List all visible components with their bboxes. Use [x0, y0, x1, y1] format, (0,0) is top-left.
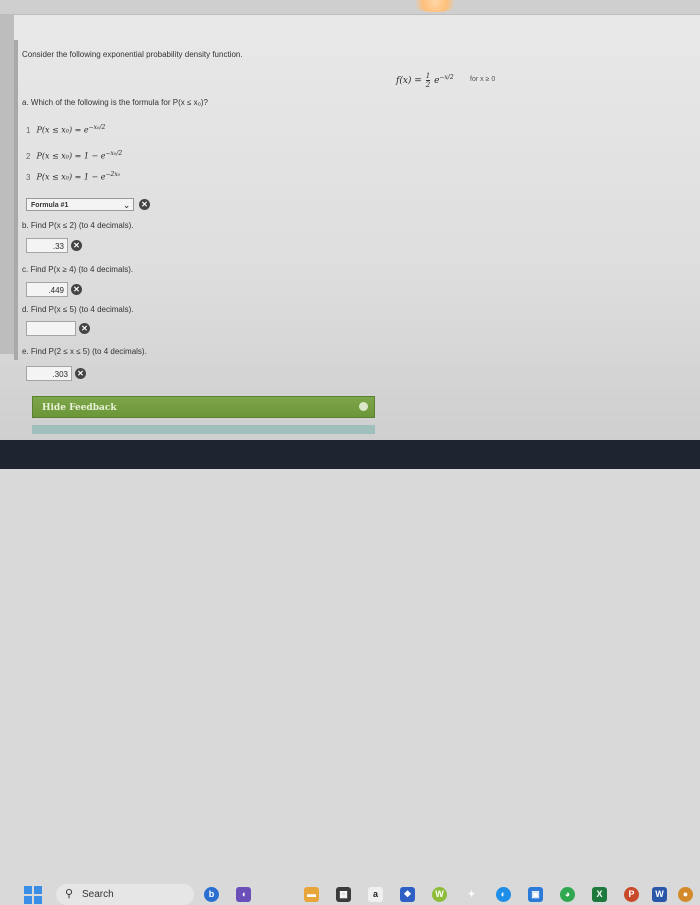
pdf-formula: f(x) = 1 2 e−x/2 — [396, 72, 454, 89]
part-a-prompt: a. Which of the following is the formula… — [22, 98, 209, 107]
option-2-power: −x₀/2 — [105, 150, 123, 157]
store-icon[interactable]: ▦ — [336, 887, 351, 902]
windows-start-icon[interactable] — [24, 886, 42, 904]
bolt-icon[interactable]: ✦ — [464, 887, 479, 902]
edge-icon[interactable]: ◐ — [496, 887, 511, 902]
left-edge — [0, 14, 14, 354]
option-3[interactable]: 3 P(x ≤ x₀) = 1 − e−2x₀ — [26, 171, 120, 182]
pdf-frac-num: 1 — [425, 72, 431, 81]
teams-icon[interactable]: ▣ — [528, 887, 543, 902]
taskbar: ⚲ Search b ◖ ▬ ▦ a ❖ W ✦ ◐ ▣ ◕ X P W ● — [0, 440, 700, 905]
hide-feedback-label: Hide Feedback — [42, 403, 117, 413]
file-explorer-icon[interactable]: ▬ — [304, 887, 319, 902]
magnifier-icon: ⚲ — [65, 888, 74, 900]
x-circle-icon: ✕ — [71, 240, 82, 251]
amazon-icon[interactable]: a — [368, 887, 383, 902]
option-3-number: 3 — [26, 172, 31, 182]
screen: Consider the following exponential proba… — [0, 0, 700, 440]
answer-d-input[interactable] — [26, 321, 76, 336]
option-2-number: 2 — [26, 151, 31, 161]
pdf-left: f(x) = — [396, 76, 422, 86]
taskbar-search-label: Search — [82, 889, 114, 900]
feedback-toggle-icon — [359, 402, 368, 411]
hide-feedback-button[interactable]: Hide Feedback — [32, 396, 375, 418]
left-edge-shadow — [14, 40, 18, 360]
x-circle-icon: ✕ — [71, 284, 82, 295]
pdf-domain: for x ≥ 0 — [470, 76, 496, 83]
x-circle-icon: ✕ — [79, 323, 90, 334]
part-d-prompt: d. Find P(x ≤ 5) (to 4 decimals). — [22, 305, 134, 314]
option-3-expr: P(x ≤ x₀) = 1 − e — [36, 172, 106, 182]
webex-icon[interactable]: W — [432, 887, 447, 902]
question-intro: Consider the following exponential proba… — [22, 50, 243, 59]
word-icon[interactable]: W — [652, 887, 667, 902]
option-1[interactable]: 1 P(x ≤ x₀) = e−x₀/2 — [26, 124, 105, 135]
answer-b-input[interactable]: .33 — [26, 238, 68, 253]
option-2[interactable]: 2 P(x ≤ x₀) = 1 − e−x₀/2 — [26, 150, 122, 161]
x-circle-icon: ✕ — [75, 368, 86, 379]
pdf-fraction: 1 2 — [425, 72, 431, 89]
app-icon[interactable]: ● — [678, 887, 693, 902]
part-b-prompt: b. Find P(x ≤ 2) (to 4 decimals). — [22, 221, 134, 230]
formula-select-value: Formula #1 — [31, 202, 69, 209]
dropbox-icon[interactable]: ❖ — [400, 887, 415, 902]
excel-icon[interactable]: X — [592, 887, 607, 902]
formula-select[interactable]: Formula #1 ⌄ — [26, 198, 134, 211]
answer-c-input[interactable]: .449 — [26, 282, 68, 297]
answer-e-input[interactable]: .303 — [26, 366, 72, 381]
part-e-prompt: e. Find P(2 ≤ x ≤ 5) (to 4 decimals). — [22, 347, 147, 356]
option-3-power: −2x₀ — [105, 171, 121, 178]
top-bar — [0, 0, 700, 15]
powerpoint-icon[interactable]: P — [624, 887, 639, 902]
chrome-icon[interactable]: ◕ — [560, 887, 575, 902]
chevron-down-icon: ⌄ — [123, 201, 130, 210]
feedback-panel-bar — [32, 425, 375, 434]
camera-app-icon[interactable]: ◖ — [236, 887, 251, 902]
option-1-expr: P(x ≤ x₀) = e — [36, 125, 89, 135]
option-1-number: 1 — [26, 125, 31, 135]
bing-icon[interactable]: b — [204, 887, 219, 902]
pdf-exp-power: −x/2 — [439, 74, 454, 81]
x-circle-icon: ✕ — [139, 199, 150, 210]
part-c-prompt: c. Find P(x ≥ 4) (to 4 decimals). — [22, 265, 134, 274]
option-1-power: −x₀/2 — [88, 124, 106, 131]
taskbar-search[interactable]: ⚲ Search — [56, 884, 194, 905]
option-2-expr: P(x ≤ x₀) = 1 − e — [36, 151, 106, 161]
pdf-frac-den: 2 — [425, 81, 431, 89]
